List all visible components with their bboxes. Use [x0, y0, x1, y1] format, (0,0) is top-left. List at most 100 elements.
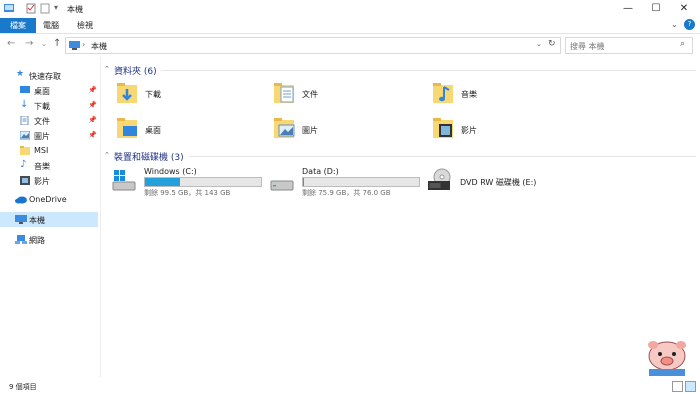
pin-icon[interactable]: 📌	[88, 131, 97, 139]
content-pane: ⌃ 資料夾 (6) 下載 文件 音樂 桌面 圖片 影片 ⌃ 裝置和磁碟機 (3)…	[101, 57, 700, 377]
sidebar-item-label: 圖片	[34, 132, 50, 141]
folder-item-music[interactable]: 音樂	[432, 81, 582, 109]
address-dropdown-icon[interactable]: ⌄	[536, 40, 542, 48]
videos-folder-icon	[433, 118, 453, 138]
sidebar-item-label: 影片	[34, 177, 50, 186]
sidebar-item-documents[interactable]: 文件 📌	[0, 113, 98, 128]
sidebar-item-videos[interactable]: 影片	[0, 173, 98, 188]
watermark-logo	[648, 341, 686, 376]
sidebar-item-label: 快速存取	[29, 72, 61, 81]
large-icons-view-icon[interactable]	[685, 381, 696, 392]
sidebar-item-label: MSI	[34, 146, 49, 155]
sidebar-item-music[interactable]: ♪ 音樂	[0, 158, 98, 173]
music-folder-icon	[433, 83, 453, 103]
sidebar-item-downloads[interactable]: ↓ 下載 📌	[0, 98, 98, 113]
folders-group-header[interactable]: 資料夾 (6)	[114, 64, 157, 77]
music-icon: ♪	[20, 159, 27, 170]
tab-computer[interactable]: 電腦	[36, 18, 66, 33]
folder-name: 圖片	[302, 126, 318, 135]
folder-name: 音樂	[461, 90, 477, 99]
download-folder-icon	[117, 83, 137, 103]
sidebar-item-label: 桌面	[34, 87, 50, 96]
sidebar-item-label: OneDrive	[29, 195, 67, 204]
back-button[interactable]: ←	[7, 38, 15, 49]
group-divider	[161, 70, 696, 71]
sidebar-item-label: 音樂	[34, 162, 50, 171]
ribbon-tabs: 檔案 電腦 檢視 ⌄ ?	[0, 18, 700, 34]
explorer-icon	[4, 4, 14, 12]
folder-item-desktop[interactable]: 桌面	[116, 116, 266, 144]
folder-item-pictures[interactable]: 圖片	[273, 116, 423, 144]
sidebar-item-label: 本機	[29, 216, 45, 225]
maximize-button[interactable]: ☐	[642, 0, 670, 18]
folder-item-downloads[interactable]: 下載	[116, 81, 266, 109]
folder-item-documents[interactable]: 文件	[273, 81, 423, 109]
sidebar-item-network[interactable]: 網路	[0, 232, 98, 247]
up-button[interactable]: ↑	[53, 38, 61, 49]
drive-item-c[interactable]: Windows (C:) 剩餘 99.5 GB，共 143 GB	[111, 165, 266, 197]
forward-button[interactable]: →	[25, 38, 33, 49]
title-bar: ▾ 本機 — ☐ ✕	[0, 0, 700, 18]
sidebar-item-label: 文件	[34, 117, 50, 126]
sidebar-item-pictures[interactable]: 圖片 📌	[0, 128, 98, 143]
breadcrumb-this-pc[interactable]: 本機	[91, 41, 107, 52]
minimize-button[interactable]: —	[614, 0, 642, 18]
documents-folder-icon	[274, 83, 294, 103]
sidebar-item-onedrive[interactable]: OneDrive	[0, 192, 98, 207]
folder-icon	[20, 146, 30, 155]
folder-item-videos[interactable]: 影片	[432, 116, 582, 144]
folder-name: 影片	[461, 126, 477, 135]
sidebar-item-label: 下載	[34, 102, 50, 111]
close-button[interactable]: ✕	[670, 0, 698, 18]
pin-icon[interactable]: 📌	[88, 86, 97, 94]
pin-icon[interactable]: 📌	[88, 116, 97, 124]
desktop-folder-icon	[117, 118, 137, 138]
help-icon[interactable]: ?	[684, 19, 695, 30]
drive-item-d[interactable]: Data (D:) 剩餘 75.9 GB，共 76.0 GB	[269, 165, 424, 197]
drive-item-e[interactable]: DVD RW 磁碟機 (E:)	[427, 165, 587, 197]
qat-customize-icon[interactable]: ▾	[54, 3, 58, 12]
star-icon: ★	[16, 69, 25, 79]
sidebar-item-desktop[interactable]: 桌面 📌	[0, 83, 98, 98]
item-count: 9 個項目	[9, 383, 37, 391]
group-divider	[189, 156, 696, 157]
drive-name: Data (D:)	[302, 167, 339, 176]
search-input[interactable]: 搜尋 本機	[570, 41, 605, 52]
document-icon	[20, 116, 29, 125]
drive-usage-bar	[302, 177, 420, 187]
network-icon	[15, 235, 27, 244]
drive-name: DVD RW 磁碟機 (E:)	[460, 178, 537, 187]
drive-free-space: 剩餘 75.9 GB，共 76.0 GB	[302, 189, 391, 197]
pin-icon[interactable]: 📌	[88, 101, 97, 109]
sidebar-item-this-pc[interactable]: 本機	[0, 212, 98, 227]
navigation-pane: ★ 快速存取 桌面 📌 ↓ 下載 📌 文件 📌 圖片 📌 MSI ♪ 音樂 影片…	[0, 57, 101, 377]
desktop-icon	[20, 86, 30, 93]
collapse-chevron-icon[interactable]: ⌃	[104, 151, 110, 159]
search-icon: ⌕	[680, 39, 686, 49]
tab-file[interactable]: 檔案	[0, 18, 36, 33]
window-title: 本機	[67, 5, 83, 14]
dvd-drive-icon	[428, 168, 451, 190]
sidebar-item-msi[interactable]: MSI	[0, 143, 98, 158]
search-box[interactable]: 搜尋 本機 ⌕	[565, 37, 693, 54]
tab-view[interactable]: 檢視	[70, 18, 100, 33]
expand-ribbon-icon[interactable]: ⌄	[671, 20, 678, 29]
video-icon	[20, 176, 30, 185]
refresh-icon[interactable]: ↻	[548, 39, 556, 49]
devices-group-header[interactable]: 裝置和磁碟機 (3)	[114, 150, 184, 163]
onedrive-icon	[15, 196, 27, 204]
windows-drive-icon	[112, 170, 136, 191]
drive-usage-fill	[145, 178, 181, 186]
folder-name: 文件	[302, 90, 318, 99]
properties-icon[interactable]	[26, 3, 36, 14]
recent-locations-button[interactable]: ⌄	[41, 40, 47, 48]
drive-free-space: 剩餘 99.5 GB，共 143 GB	[144, 189, 231, 197]
picture-icon	[20, 131, 30, 140]
sidebar-item-quick-access[interactable]: ★ 快速存取	[0, 68, 98, 83]
pictures-folder-icon	[274, 118, 295, 138]
collapse-chevron-icon[interactable]: ⌃	[104, 65, 110, 73]
new-folder-icon[interactable]	[40, 3, 50, 14]
drive-usage-bar	[144, 177, 262, 187]
address-bar[interactable]: › 本機 ⌄ ↻	[65, 37, 561, 54]
details-view-icon[interactable]	[672, 381, 683, 392]
